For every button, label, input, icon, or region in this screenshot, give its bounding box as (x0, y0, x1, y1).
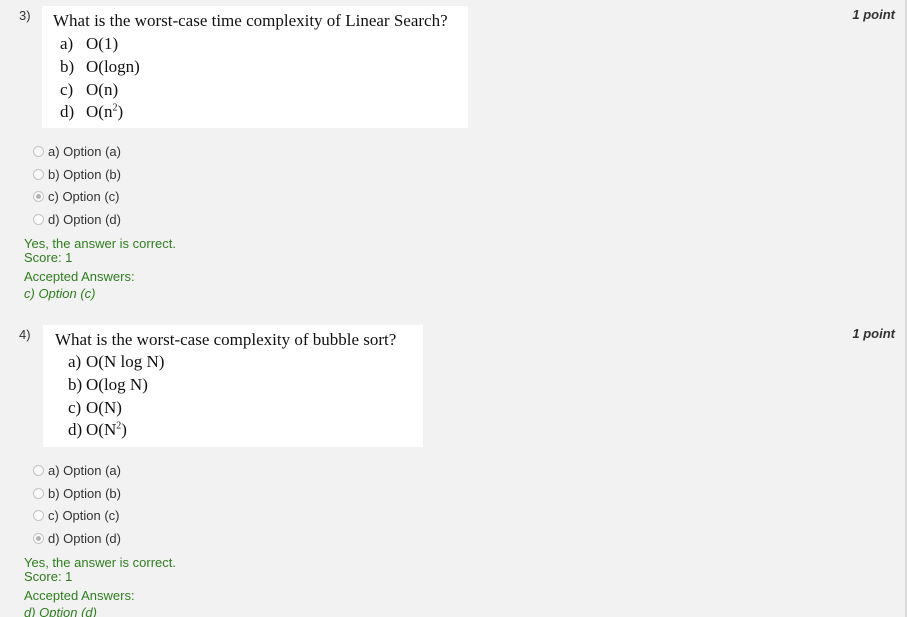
answer-choices: a) Option (a) b) Option (b) c) Option (c… (33, 459, 121, 550)
question-image-option: c) O(n) (60, 80, 119, 99)
question-image-option: a) O(N log N) (68, 352, 165, 371)
question-image: What is the worst-case time complexity o… (42, 6, 468, 128)
question-image-option: a) O(1) (60, 34, 119, 53)
accepted-answer: c) Option (c) (24, 286, 96, 301)
radio-button[interactable] (33, 213, 44, 225)
answer-feedback: Yes, the answer is correct. Score: 1 Acc… (24, 556, 176, 617)
choice-b[interactable]: b) Option (b) (33, 482, 121, 505)
radio-button[interactable] (33, 168, 44, 180)
accepted-answers-label: Accepted Answers: (24, 588, 135, 603)
question-prompt: What is the worst-case complexity of bub… (55, 330, 397, 349)
choice-d[interactable]: d) Option (d) (33, 208, 121, 231)
radio-button-selected[interactable] (33, 191, 44, 203)
answer-choices: a) Option (a) b) Option (b) c) Option (c… (33, 140, 121, 231)
choice-c[interactable]: c) Option (c) (33, 185, 121, 208)
radio-button[interactable] (33, 510, 44, 522)
choice-a[interactable]: a) Option (a) (33, 459, 121, 482)
choice-label: d) Option (d) (48, 530, 121, 546)
question-number: 3) (19, 8, 31, 23)
choice-label: b) Option (b) (48, 166, 121, 182)
question-image-option: c) O(N) (68, 398, 122, 417)
choice-label: c) Option (c) (48, 508, 120, 524)
score-text: Score: 1 (24, 569, 73, 584)
choice-label: a) Option (a) (48, 462, 121, 478)
choice-label: c) Option (c) (48, 189, 120, 205)
choice-a[interactable]: a) Option (a) (33, 140, 121, 163)
radio-button[interactable] (33, 145, 44, 157)
choice-b[interactable]: b) Option (b) (33, 163, 121, 186)
answer-feedback: Yes, the answer is correct. Score: 1 Acc… (24, 237, 176, 301)
choice-c[interactable]: c) Option (c) (33, 504, 121, 527)
radio-button[interactable] (33, 464, 44, 476)
feedback-message: Yes, the answer is correct. (24, 555, 176, 570)
radio-button-selected[interactable] (33, 532, 44, 544)
radio-button[interactable] (33, 487, 44, 499)
question-prompt: What is the worst-case time complexity o… (53, 11, 448, 30)
question-points: 1 point (852, 326, 895, 341)
choice-d[interactable]: d) Option (d) (33, 527, 121, 550)
question-image: What is the worst-case complexity of bub… (43, 325, 423, 447)
question-image-option: b) O(logn) (60, 57, 140, 76)
choice-label: d) Option (d) (48, 211, 121, 227)
choice-label: a) Option (a) (48, 143, 121, 159)
choice-label: b) Option (b) (48, 485, 121, 501)
question-image-option: d) O(n2) (60, 102, 124, 121)
accepted-answers-label: Accepted Answers: (24, 269, 135, 284)
question-image-option: d) O(N2) (68, 420, 127, 439)
question-points: 1 point (852, 7, 895, 22)
question-image-option: b) O(log N) (68, 375, 148, 394)
score-text: Score: 1 (24, 250, 73, 265)
question-number: 4) (19, 327, 31, 342)
quiz-page: 3) 1 point What is the worst-case time c… (0, 0, 907, 617)
accepted-answer: d) Option (d) (24, 605, 97, 617)
feedback-message: Yes, the answer is correct. (24, 236, 176, 251)
